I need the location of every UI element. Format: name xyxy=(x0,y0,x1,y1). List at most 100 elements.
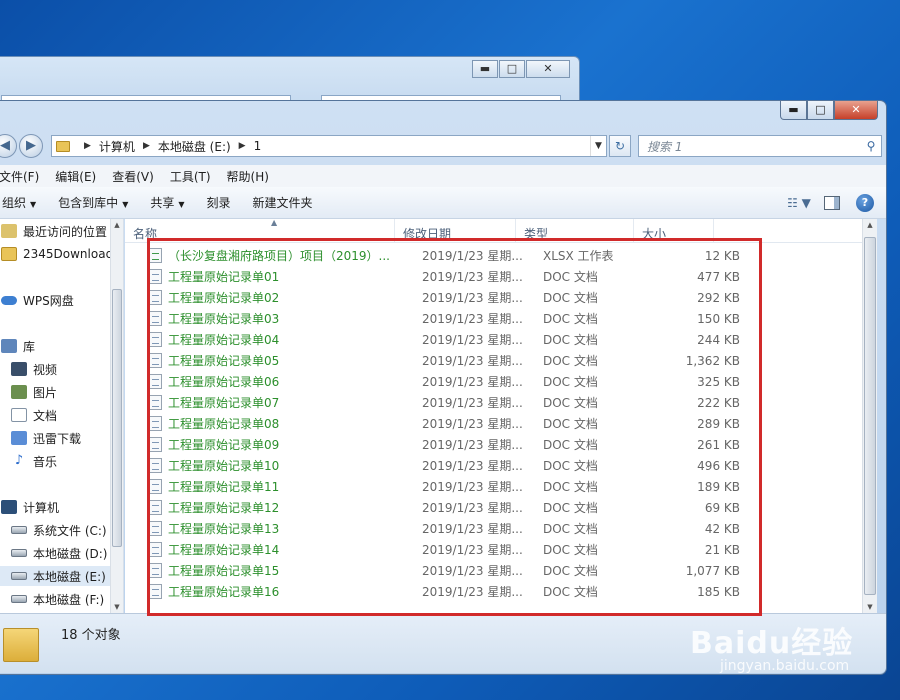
file-row[interactable]: 工程量原始记录单03 2019/1/23 星期... DOC 文档 150 KB xyxy=(125,308,862,329)
preview-pane-icon[interactable] xyxy=(824,196,840,210)
sidebar-item-libraries[interactable]: 库 xyxy=(1,336,35,356)
column-header-name[interactable]: ▲ 名称 xyxy=(125,219,395,242)
scroll-up-icon[interactable]: ▲ xyxy=(111,221,123,229)
sidebar-item-thunder-downloads[interactable]: 迅雷下载 xyxy=(11,428,81,448)
sidebar-item-drive-f[interactable]: 本地磁盘 (F:) xyxy=(11,589,104,609)
file-row[interactable]: 工程量原始记录单14 2019/1/23 星期... DOC 文档 21 KB xyxy=(125,539,862,560)
sidebar-item-label: 系统文件 (C:) xyxy=(33,523,107,538)
file-name: 工程量原始记录单10 xyxy=(168,459,280,473)
file-row[interactable]: 工程量原始记录单01 2019/1/23 星期... DOC 文档 477 KB xyxy=(125,266,862,287)
file-name: 工程量原始记录单06 xyxy=(168,375,280,389)
column-header-size[interactable]: 大小 xyxy=(634,219,714,242)
sidebar-item-wps-cloud[interactable]: WPS网盘 xyxy=(1,290,74,310)
search-input[interactable]: 搜索 1 ⚲ xyxy=(638,135,882,157)
file-row[interactable]: 工程量原始记录单13 2019/1/23 星期... DOC 文档 42 KB xyxy=(125,518,862,539)
menu-tools[interactable]: 工具(T) xyxy=(170,168,211,185)
sidebar-item-documents[interactable]: 文档 xyxy=(11,405,57,425)
document-file-icon xyxy=(149,374,162,389)
file-row[interactable]: 工程量原始记录单12 2019/1/23 星期... DOC 文档 69 KB xyxy=(125,497,862,518)
pictures-icon xyxy=(11,385,27,399)
search-icon[interactable]: ⚲ xyxy=(861,139,881,153)
file-type: DOC 文档 xyxy=(543,438,598,452)
menu-edit[interactable]: 编辑(E) xyxy=(55,168,96,185)
file-row[interactable]: 工程量原始记录单15 2019/1/23 星期... DOC 文档 1,077 KB xyxy=(125,560,862,581)
sidebar-item-drive-c[interactable]: 系统文件 (C:) xyxy=(11,520,107,540)
file-size: 21 KB xyxy=(704,542,740,557)
file-row[interactable]: 工程量原始记录单07 2019/1/23 星期... DOC 文档 222 KB xyxy=(125,392,862,413)
sidebar-item-2345downloads[interactable]: 2345Downloads xyxy=(1,244,119,264)
file-row[interactable]: 工程量原始记录单04 2019/1/23 星期... DOC 文档 244 KB xyxy=(125,329,862,350)
file-row[interactable]: 工程量原始记录单06 2019/1/23 星期... DOC 文档 325 KB xyxy=(125,371,862,392)
scroll-up-icon[interactable]: ▲ xyxy=(863,221,877,229)
file-row[interactable]: 工程量原始记录单16 2019/1/23 星期... DOC 文档 185 KB xyxy=(125,581,862,602)
sidebar-item-label: 本地磁盘 (F:) xyxy=(33,592,105,607)
sidebar-item-label: WPS网盘 xyxy=(23,293,74,308)
document-file-icon xyxy=(149,500,162,515)
file-list-scrollbar[interactable]: ▲ ▼ xyxy=(862,219,877,613)
file-date: 2019/1/23 星期... xyxy=(422,522,523,536)
include-in-library-button[interactable]: 包含到库中 ▼ xyxy=(58,194,128,211)
new-folder-button[interactable]: 新建文件夹 xyxy=(253,194,313,211)
bg-minimize-button[interactable]: ▬ xyxy=(472,60,498,78)
scrollbar-thumb[interactable] xyxy=(112,289,122,547)
breadcrumb-drive-e[interactable]: 本地磁盘 (E:) xyxy=(158,138,231,155)
menu-help[interactable]: 帮助(H) xyxy=(227,168,269,185)
file-row[interactable]: 工程量原始记录单05 2019/1/23 星期... DOC 文档 1,362 KB xyxy=(125,350,862,371)
sidebar-item-recent[interactable]: 最近访问的位置 xyxy=(1,221,107,241)
file-type: DOC 文档 xyxy=(543,543,598,557)
sidebar-item-pictures[interactable]: 图片 xyxy=(11,382,57,402)
file-date: 2019/1/23 星期... xyxy=(422,291,523,305)
file-date: 2019/1/23 星期... xyxy=(422,501,523,515)
sidebar-item-label: 本地磁盘 (D:) xyxy=(33,546,108,561)
close-button[interactable]: ✕ xyxy=(834,101,878,120)
help-icon[interactable]: ? xyxy=(856,194,874,212)
sidebar-item-drive-e[interactable]: 本地磁盘 (E:) xyxy=(0,566,117,586)
maximize-button[interactable]: □ xyxy=(807,101,834,120)
file-row[interactable]: （长沙复盘湘府路项目）项目（2019）... 2019/1/23 星期... XLS… xyxy=(125,245,862,266)
file-name: 工程量原始记录单11 xyxy=(168,480,280,494)
command-bar: 组织 ▼ 包含到库中 ▼ 共享 ▼ 刻录 新建文件夹 ☷ ▼ ? xyxy=(0,187,886,219)
breadcrumb-folder-1[interactable]: 1 xyxy=(254,139,262,153)
scroll-down-icon[interactable]: ▼ xyxy=(863,603,877,611)
organize-button[interactable]: 组织 ▼ xyxy=(2,194,36,211)
file-date: 2019/1/23 星期... xyxy=(422,438,523,452)
sidebar-item-drive-d[interactable]: 本地磁盘 (D:) xyxy=(11,543,107,563)
column-header-date[interactable]: 修改日期 xyxy=(395,219,516,242)
document-file-icon xyxy=(149,542,162,557)
sidebar-item-music[interactable]: ♪ 音乐 xyxy=(11,451,57,471)
address-dropdown-button[interactable]: ▼ xyxy=(590,136,606,156)
menu-view[interactable]: 查看(V) xyxy=(112,168,154,185)
sidebar-item-videos[interactable]: 视频 xyxy=(11,359,57,379)
file-row[interactable]: 工程量原始记录单10 2019/1/23 星期... DOC 文档 496 KB xyxy=(125,455,862,476)
file-row[interactable]: 工程量原始记录单11 2019/1/23 星期... DOC 文档 189 KB xyxy=(125,476,862,497)
drive-icon xyxy=(11,595,27,603)
menu-file[interactable]: 文件(F) xyxy=(0,168,39,185)
file-row[interactable]: 工程量原始记录单02 2019/1/23 星期... DOC 文档 292 KB xyxy=(125,287,862,308)
file-row[interactable]: 工程量原始记录单09 2019/1/23 星期... DOC 文档 261 KB xyxy=(125,434,862,455)
document-file-icon xyxy=(149,479,162,494)
refresh-button[interactable]: ↻ xyxy=(609,135,631,157)
back-button[interactable]: ◀ xyxy=(0,134,17,158)
navigation-scrollbar[interactable]: ▲ ▼ xyxy=(110,219,123,613)
bg-maximize-button[interactable]: □ xyxy=(499,60,525,78)
file-row[interactable]: 工程量原始记录单08 2019/1/23 星期... DOC 文档 289 KB xyxy=(125,413,862,434)
folder-icon xyxy=(1,247,17,261)
sidebar-item-computer[interactable]: 计算机 xyxy=(1,497,59,517)
view-options-icon[interactable]: ☷ ▼ xyxy=(784,196,814,210)
burn-button[interactable]: 刻录 xyxy=(207,194,231,211)
breadcrumb-computer[interactable]: 计算机 xyxy=(99,138,135,155)
share-label: 共享 xyxy=(150,196,175,210)
scrollbar-thumb[interactable] xyxy=(864,237,876,595)
share-button[interactable]: 共享 ▼ xyxy=(150,194,184,211)
minimize-button[interactable]: ▬ xyxy=(780,101,807,120)
column-header-type[interactable]: 类型 xyxy=(516,219,634,242)
bg-close-button[interactable]: ✕ xyxy=(526,60,570,78)
forward-button[interactable]: ▶ xyxy=(19,134,43,158)
scroll-down-icon[interactable]: ▼ xyxy=(111,603,123,611)
document-file-icon xyxy=(149,437,162,452)
sidebar-item-label: 迅雷下载 xyxy=(33,431,82,446)
window-controls: ▬ □ ✕ xyxy=(780,101,878,120)
computer-icon xyxy=(1,500,17,514)
address-bar[interactable]: ▶ 计算机 ▶ 本地磁盘 (E:) ▶ 1 ▼ xyxy=(51,135,607,157)
sidebar-item-label: 视频 xyxy=(33,362,58,377)
